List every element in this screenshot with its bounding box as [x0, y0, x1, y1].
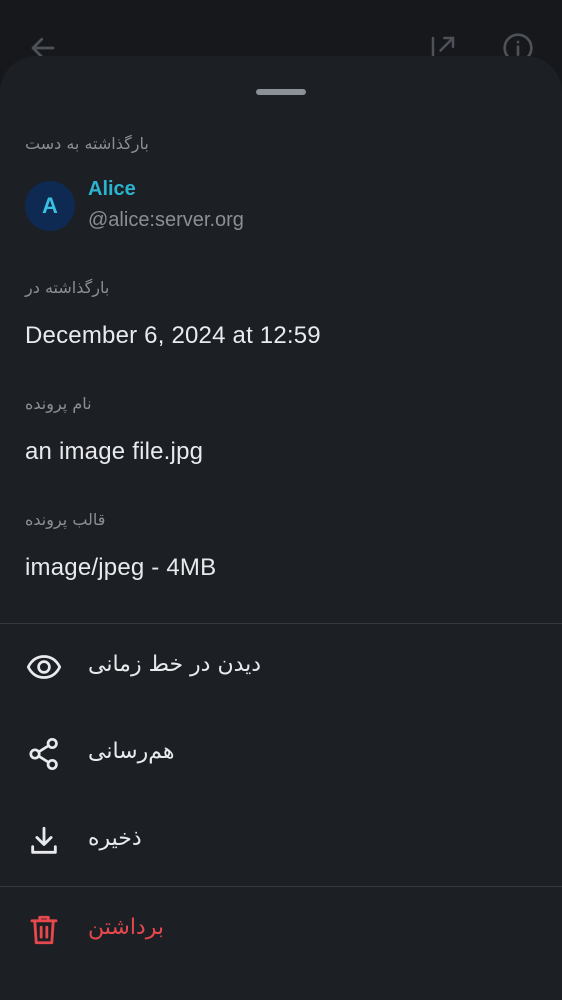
file-name-value: an image file.jpg	[25, 438, 204, 465]
file-format-label: قالب پرونده	[25, 510, 106, 529]
media-details-screen: بارگذاشته به دست A Alice @alice:server.o…	[0, 0, 562, 1000]
view-in-timeline-button[interactable]: دیدن در خط زمانی	[0, 624, 562, 710]
sender-user-id: @alice:server.org	[88, 209, 244, 231]
avatar[interactable]: A	[25, 181, 75, 231]
view-in-timeline-label: دیدن در خط زمانی	[88, 652, 262, 677]
delete-label: برداشتن	[88, 915, 164, 940]
drag-handle[interactable]	[256, 89, 306, 95]
sent-on-value: December 6, 2024 at 12:59	[25, 322, 321, 349]
download-icon	[25, 822, 63, 860]
delete-button[interactable]: برداشتن	[0, 887, 562, 973]
eye-icon	[25, 648, 63, 686]
share-button[interactable]: هم‌رسانی	[0, 711, 562, 797]
save-button[interactable]: ذخیره	[0, 798, 562, 884]
share-icon	[25, 735, 63, 773]
file-format-value: image/jpeg - 4MB	[25, 554, 217, 581]
media-details-bottom-sheet: بارگذاشته به دست A Alice @alice:server.o…	[0, 56, 562, 1000]
sent-on-label: بارگذاشته در	[25, 278, 110, 297]
sent-by-label: بارگذاشته به دست	[25, 134, 149, 153]
file-name-label: نام پرونده	[25, 394, 92, 413]
save-label: ذخیره	[88, 826, 142, 851]
trash-icon	[25, 911, 63, 949]
sender-name: Alice	[88, 178, 136, 200]
share-label: هم‌رسانی	[88, 739, 175, 764]
